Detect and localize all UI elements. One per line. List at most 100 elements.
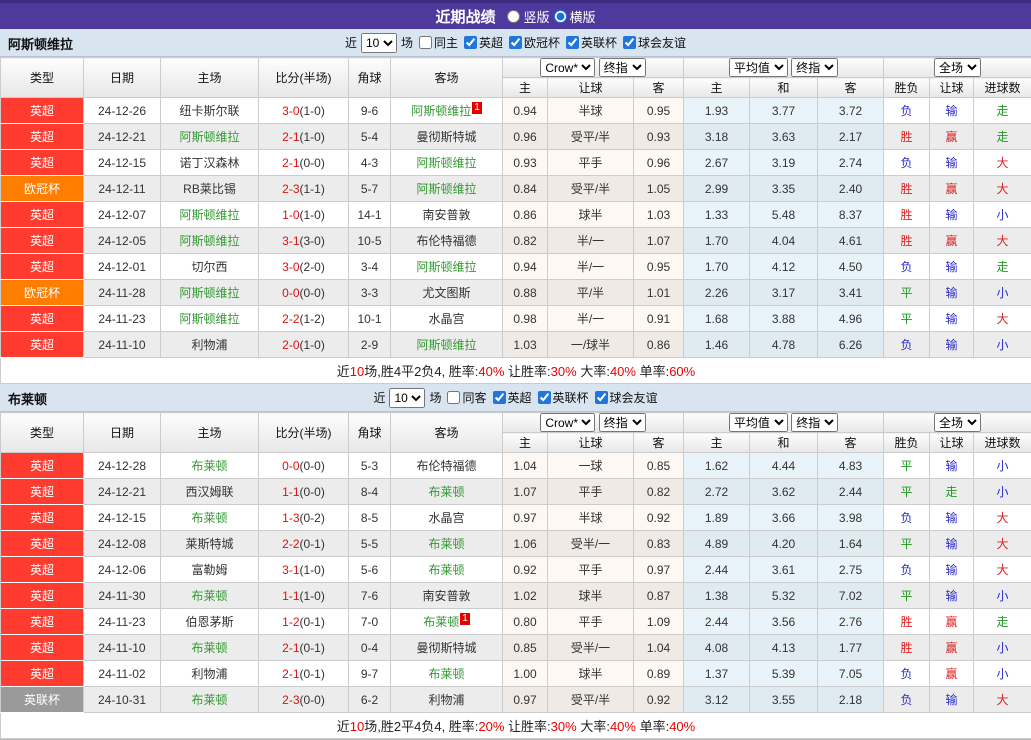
average-select[interactable]: 平均值: [729, 413, 788, 432]
score-cell: 2-1(0-1): [259, 635, 349, 661]
score-cell: 2-3(1-1): [259, 176, 349, 202]
summary-row: 近10场,胜4平2负4, 胜率:40% 让胜率:30% 大率:40% 单率:60…: [1, 358, 1031, 384]
halftime-score: (1-0): [300, 563, 325, 577]
away-team: 利物浦: [391, 687, 503, 713]
odds-stage-select[interactable]: 终指: [599, 58, 646, 77]
match-row: 英超24-11-02利物浦2-1(0-1)9-7布莱顿1.00球半0.891.3…: [1, 661, 1031, 687]
summary-stat-label: 场,胜4平2负4, 胜率:: [364, 364, 478, 379]
winlose-result: 平: [884, 306, 930, 332]
match-row: 英超24-11-23伯恩茅斯1-2(0-1)7-0布莱顿10.80平手1.092…: [1, 609, 1031, 635]
winlose-result: 负: [884, 254, 930, 280]
odds-stage-select-2[interactable]: 终指: [791, 58, 838, 77]
league-checkbox-input[interactable]: [493, 391, 506, 404]
bookmaker-select[interactable]: Crow*: [540, 413, 595, 432]
handicap-away-odds: 0.92: [634, 505, 684, 531]
avg-draw-odds: 3.35: [750, 176, 818, 202]
home-team: RB莱比锡: [161, 176, 259, 202]
winlose-result: 平: [884, 453, 930, 479]
match-date: 24-11-23: [84, 306, 161, 332]
same-venue-checkbox-input[interactable]: [419, 36, 432, 49]
match-date: 24-12-15: [84, 505, 161, 531]
recent-count-select[interactable]: 10: [389, 388, 425, 408]
games-label: 场: [401, 34, 413, 51]
league-checkbox-欧冠杯[interactable]: 欧冠杯: [505, 34, 560, 51]
handicap-result: 输: [930, 280, 974, 306]
league-checkbox-input[interactable]: [595, 391, 608, 404]
fulltime-select[interactable]: 全场: [934, 413, 981, 432]
recent-label: 近: [345, 34, 357, 51]
avg-odds-header: 平均值 终指: [684, 58, 884, 78]
odds-stage-select[interactable]: 终指: [599, 413, 646, 432]
avg-home-odds: 2.44: [684, 609, 750, 635]
league-label: 英超: [479, 34, 503, 51]
fulltime-score: 1-3: [282, 511, 299, 525]
league-checkbox-英超[interactable]: 英超: [489, 389, 532, 406]
fulltime-score: 2-2: [282, 312, 299, 326]
halftime-score: (0-1): [300, 615, 325, 629]
league-checkbox-input[interactable]: [566, 36, 579, 49]
avg-away-odds: 4.83: [818, 453, 884, 479]
avg-away-odds: 7.05: [818, 661, 884, 687]
col-header: 类型: [1, 413, 84, 453]
handicap-away-odds: 0.92: [634, 687, 684, 713]
fulltime-score: 0-0: [282, 459, 299, 473]
league-type-badge: 英超: [1, 124, 84, 150]
home-team: 布莱顿: [161, 505, 259, 531]
vertical-radio-input[interactable]: [507, 10, 520, 23]
avg-draw-odds: 3.19: [750, 150, 818, 176]
avg-home-odds: 1.38: [684, 583, 750, 609]
match-row: 英超24-12-08莱斯特城2-2(0-1)5-5布莱顿1.06受半/一0.83…: [1, 531, 1031, 557]
recent-label: 近: [373, 389, 385, 406]
section-header: 阿斯顿维拉近10场同主英超欧冠杯英联杯球会友谊: [0, 29, 1031, 57]
same-venue-checkbox-input[interactable]: [447, 391, 460, 404]
handicap-home-odds: 1.06: [503, 531, 548, 557]
avg-home-odds: 3.18: [684, 124, 750, 150]
handicap-line: 半球: [548, 505, 634, 531]
home-team: 富勒姆: [161, 557, 259, 583]
avg-home-odds: 1.70: [684, 228, 750, 254]
handicap-result: 输: [930, 531, 974, 557]
sub-col-header: 让球: [548, 433, 634, 453]
league-label: 欧冠杯: [524, 34, 560, 51]
handicap-away-odds: 0.95: [634, 254, 684, 280]
horizontal-radio-input[interactable]: [554, 10, 567, 23]
home-team: 阿斯顿维拉: [161, 306, 259, 332]
fulltime-score: 1-2: [282, 615, 299, 629]
fulltime-select[interactable]: 全场: [934, 58, 981, 77]
layout-radio-vertical[interactable]: 竖版: [507, 7, 549, 26]
league-checkbox-input[interactable]: [623, 36, 636, 49]
league-checkbox-英联杯[interactable]: 英联杯: [562, 34, 617, 51]
league-checkbox-input[interactable]: [464, 36, 477, 49]
league-checkbox-input[interactable]: [538, 391, 551, 404]
handicap-home-odds: 0.92: [503, 557, 548, 583]
match-date: 24-12-08: [84, 531, 161, 557]
goals-result: 大: [974, 150, 1031, 176]
sub-col-header: 主: [503, 433, 548, 453]
odds-stage-select-2[interactable]: 终指: [791, 413, 838, 432]
avg-draw-odds: 4.13: [750, 635, 818, 661]
league-checkbox-input[interactable]: [509, 36, 522, 49]
recent-count-select[interactable]: 10: [361, 33, 397, 53]
handicap-away-odds: 0.82: [634, 479, 684, 505]
handicap-result: 赢: [930, 124, 974, 150]
league-checkbox-球会友谊[interactable]: 球会友谊: [591, 389, 658, 406]
avg-away-odds: 2.75: [818, 557, 884, 583]
score-cell: 2-2(0-1): [259, 531, 349, 557]
halftime-score: (0-0): [300, 156, 325, 170]
result-header: 全场: [884, 413, 1031, 433]
avg-home-odds: 3.12: [684, 687, 750, 713]
bookmaker-select[interactable]: Crow*: [540, 58, 595, 77]
league-checkbox-球会友谊[interactable]: 球会友谊: [619, 34, 686, 51]
league-checkbox-英超[interactable]: 英超: [460, 34, 503, 51]
avg-home-odds: 2.72: [684, 479, 750, 505]
corners-cell: 5-7: [349, 176, 391, 202]
match-row: 英超24-12-06富勒姆3-1(1-0)5-6布莱顿0.92平手0.972.4…: [1, 557, 1031, 583]
handicap-home-odds: 0.94: [503, 254, 548, 280]
avg-home-odds: 2.26: [684, 280, 750, 306]
layout-radio-horizontal[interactable]: 横版: [554, 7, 596, 26]
same-venue-checkbox[interactable]: 同主: [415, 34, 458, 51]
score-cell: 1-1(0-0): [259, 479, 349, 505]
average-select[interactable]: 平均值: [729, 58, 788, 77]
same-venue-checkbox[interactable]: 同客: [443, 389, 486, 406]
league-checkbox-英联杯[interactable]: 英联杯: [534, 389, 589, 406]
